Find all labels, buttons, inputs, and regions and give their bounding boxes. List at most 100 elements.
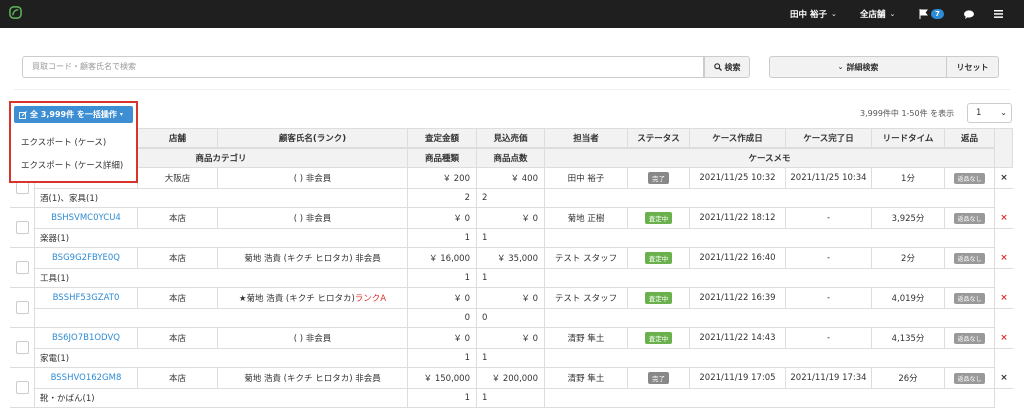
header-status: ステータス (628, 128, 690, 148)
product-category: 酒(1)、家具(1) (35, 189, 408, 208)
bulk-action-button[interactable]: 全 3,999件 を一括操作 ▾ (14, 106, 133, 123)
menu-item-export-case-detail[interactable]: エクスポート (ケース詳細) (21, 159, 123, 171)
status-cell: 査定中 (628, 328, 690, 349)
case-code-link[interactable]: BSSHF53GZAT0 (35, 288, 138, 309)
user-menu[interactable]: 田中 裕子 ⌄ (790, 0, 837, 28)
expected-price: ￥ 0 (477, 328, 545, 349)
customer-name: 菊地 浩貴 (キクチ ヒロタカ) 非会員 (218, 368, 408, 389)
row-checkbox[interactable] (16, 301, 29, 314)
status-cell: 査定中 (628, 288, 690, 309)
delete-icon[interactable]: × (1000, 173, 1008, 183)
hamburger-menu-button[interactable] (994, 0, 1003, 28)
delete-icon[interactable]: × (1000, 373, 1008, 383)
case-memo (545, 229, 995, 248)
status-badge: 査定中 (644, 212, 673, 224)
row-checkbox[interactable] (16, 381, 29, 394)
status-cell: 査定中 (628, 208, 690, 229)
chat-bubble-icon (964, 9, 974, 19)
product-count: 2 (477, 189, 545, 208)
case-code-link[interactable]: BSG9G2FBYE0Q (35, 248, 138, 269)
header-returned: 返品 (945, 128, 995, 148)
staff-name: テスト スタッフ (545, 288, 628, 309)
product-kinds: 1 (408, 349, 477, 368)
product-count: 1 (477, 389, 545, 408)
status-cell: 完了 (628, 168, 690, 189)
delete-cell: × (995, 208, 1013, 229)
search-input[interactable]: 買取コード・顧客氏名で検索 (22, 56, 704, 78)
reset-button[interactable]: リセット (946, 56, 999, 78)
status-cell: 査定中 (628, 248, 690, 269)
case-code-link[interactable]: BSSHVO162GM8 (35, 368, 138, 389)
case-created-date: 2021/11/19 17:05 (690, 368, 786, 389)
delete-icon[interactable]: × (1000, 293, 1008, 303)
returned-cell: 返品なし (945, 168, 995, 189)
status-badge: 査定中 (644, 332, 673, 344)
product-count: 1 (477, 269, 545, 288)
product-category: 靴・かばん(1) (35, 389, 408, 408)
case-created-date: 2021/11/22 14:43 (690, 328, 786, 349)
store-name: 本店 (138, 208, 218, 229)
chevron-down-icon: ⌄ (889, 10, 896, 18)
product-count: 0 (477, 309, 545, 328)
expected-price: ￥ 0 (477, 288, 545, 309)
product-kinds: 0 (408, 309, 477, 328)
case-memo (545, 269, 995, 288)
delete-icon[interactable]: × (1000, 213, 1008, 223)
expected-price: ￥ 400 (477, 168, 545, 189)
header-expected: 見込売価 (477, 128, 545, 148)
case-created-date: 2021/11/22 18:12 (690, 208, 786, 229)
returned-badge: 返品なし (954, 292, 985, 304)
expected-price: ￥ 0 (477, 208, 545, 229)
caret-down-icon: ▾ (119, 111, 123, 118)
header-amount: 査定金額 (408, 128, 477, 148)
page-select[interactable]: 1 ⌄ (967, 103, 1012, 123)
header-completed: ケース完了日 (786, 128, 872, 148)
row-checkbox[interactable] (16, 261, 29, 274)
row-checkbox[interactable] (16, 221, 29, 234)
returned-badge: 返品なし (954, 212, 985, 224)
delete-icon[interactable]: × (1000, 333, 1008, 343)
product-kinds: 1 (408, 389, 477, 408)
returned-cell: 返品なし (945, 288, 995, 309)
chevron-down-icon: ⌄ (830, 10, 837, 18)
staff-name: 清野 隼土 (545, 328, 628, 349)
store-name: 本店 (138, 288, 218, 309)
customer-name-text: ★菊地 浩貴 (キクチ ヒロタカ) (238, 294, 355, 304)
bulk-action-label: 全 3,999件 を一括操作 (30, 110, 117, 119)
header-created: ケース作成日 (690, 128, 786, 148)
staff-name: 田中 裕子 (545, 168, 628, 189)
returned-cell: 返品なし (945, 248, 995, 269)
flag-count-badge: 7 (931, 9, 944, 19)
product-count: 1 (477, 349, 545, 368)
header-store: 店舗 (138, 128, 218, 148)
notification-flag[interactable]: 7 (919, 0, 944, 28)
case-code-link[interactable]: BS6JO7B1ODVQ (35, 328, 138, 349)
delete-icon[interactable]: × (1000, 253, 1008, 263)
advanced-search-button[interactable]: ⌄ 詳細検索 (769, 56, 947, 78)
status-badge: 完了 (648, 372, 669, 384)
case-code-link[interactable]: BSHSVMC0YCU4 (35, 208, 138, 229)
leaf-logo-icon[interactable] (9, 6, 22, 19)
staff-name: 清野 隼土 (545, 368, 628, 389)
assessed-amount: ￥ 16,000 (408, 248, 477, 269)
menu-item-export-case[interactable]: エクスポート (ケース) (21, 136, 106, 148)
subheader-case-memo: ケースメモ (545, 148, 995, 168)
assessed-amount: ￥ 200 (408, 168, 477, 189)
delete-cell: × (995, 368, 1013, 389)
hamburger-icon (994, 10, 1003, 18)
case-completed-date: - (786, 208, 872, 229)
pager-summary: 3,999件中 1-50件 を表示 (860, 109, 955, 118)
customer-name-text: 菊地 浩貴 (キクチ ヒロタカ) 非会員 (244, 254, 381, 264)
row-checkbox[interactable] (16, 341, 29, 354)
chat-button[interactable] (964, 0, 974, 28)
search-button[interactable]: 検索 (704, 56, 750, 78)
case-memo (545, 389, 995, 408)
subheader-kinds: 商品種類 (408, 148, 477, 168)
store-menu[interactable]: 全店舗 ⌄ (860, 0, 895, 28)
case-created-date: 2021/11/25 10:32 (690, 168, 786, 189)
product-count: 1 (477, 229, 545, 248)
product-kinds: 1 (408, 229, 477, 248)
returned-badge: 返品なし (954, 252, 985, 264)
status-cell: 完了 (628, 368, 690, 389)
lead-time: 26分 (872, 368, 945, 389)
